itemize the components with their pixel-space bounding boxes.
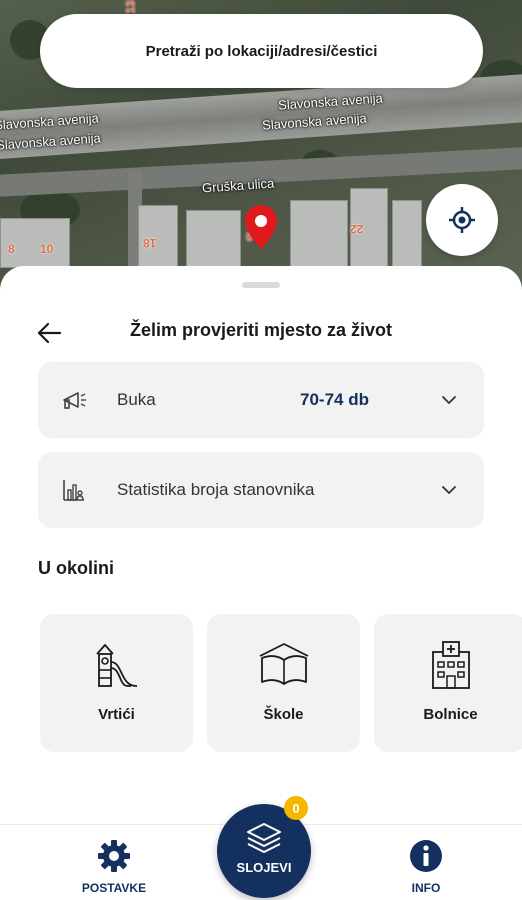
chevron-down-icon [442, 396, 456, 404]
sheet-title: Želim provjeriti mjesto za život [129, 320, 393, 340]
location-pin-icon[interactable] [244, 204, 278, 250]
info-icon [410, 840, 442, 872]
population-label: Statistika broja stanovnika [117, 480, 315, 499]
map-house-number: 10 [40, 242, 54, 256]
layers-icon [247, 823, 281, 853]
nav-settings-label: POSTAVKE [81, 881, 147, 895]
playground-icon [95, 644, 137, 687]
card-label: Bolnice [423, 706, 478, 723]
nav-settings[interactable]: POSTAVKE [64, 839, 164, 895]
card-label: Vrtići [98, 706, 135, 723]
card-schools[interactable]: Škole [207, 614, 360, 752]
map-house-number: 8 [8, 242, 15, 256]
nearby-section-title: U okolini [38, 558, 114, 578]
search-bar[interactable]: Pretraži po lokaciji/adresi/čestici [40, 14, 483, 88]
my-location-button[interactable] [426, 184, 498, 256]
crosshair-icon [449, 207, 475, 233]
population-row[interactable]: Statistika broja stanovnika [38, 452, 484, 528]
nav-info-label: INFO [411, 881, 441, 895]
noise-row[interactable]: Buka 70-74 db [38, 362, 484, 438]
card-hospitals[interactable]: Bolnice [374, 614, 522, 752]
layers-count-badge: 0 [284, 796, 308, 820]
card-kindergartens[interactable]: Vrtići [40, 614, 193, 752]
map-building [392, 200, 422, 270]
sheet-drag-handle[interactable] [242, 282, 280, 288]
map-house-number: 13 [123, 0, 138, 14]
noise-value: 70-74 db [300, 390, 369, 409]
map-building [290, 200, 348, 275]
noise-label: Buka [117, 390, 156, 409]
layers-label: SLOJEVI [236, 860, 292, 875]
card-label: Škole [263, 706, 304, 723]
gear-icon [98, 840, 130, 872]
search-placeholder: Pretraži po lokaciji/adresi/čestici [145, 42, 378, 60]
map-house-number: 18 [143, 236, 157, 250]
chevron-down-icon [442, 486, 456, 494]
megaphone-icon [63, 392, 86, 409]
map-house-number: 22 [350, 222, 364, 236]
hospital-icon [431, 641, 470, 689]
population-chart-icon [63, 480, 84, 501]
nav-info[interactable]: INFO [376, 839, 476, 895]
book-icon [259, 643, 308, 685]
